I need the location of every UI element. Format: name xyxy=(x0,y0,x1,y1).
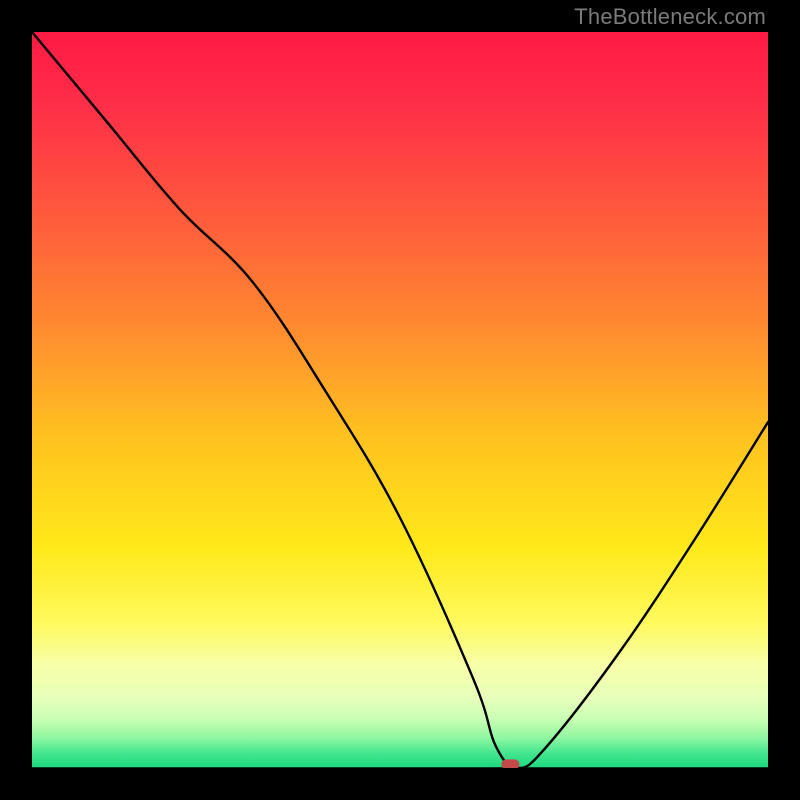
chart-curve xyxy=(32,32,768,768)
chart-plot-area xyxy=(32,32,768,768)
watermark-text: TheBottleneck.com xyxy=(574,4,766,30)
chart-frame: TheBottleneck.com xyxy=(0,0,800,800)
